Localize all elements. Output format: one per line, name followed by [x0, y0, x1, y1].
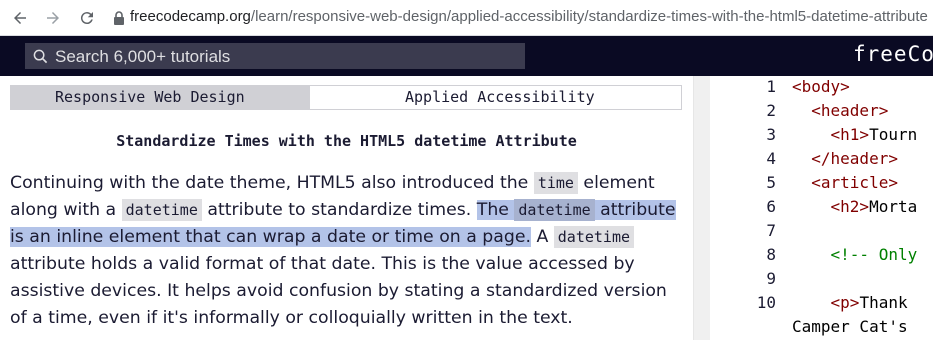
url-path: /learn/responsive-web-design/applied-acc… — [250, 8, 928, 25]
search-icon — [33, 49, 48, 64]
code-line: 10 <p>Thank — [710, 293, 933, 317]
search-input[interactable]: Search 6,000+ tutorials — [25, 43, 525, 69]
line-number: 3 — [766, 125, 776, 144]
breadcrumb-superblock[interactable]: Responsive Web Design — [10, 85, 322, 110]
inline-code: datetime — [121, 199, 202, 221]
code-content: Tourn — [869, 125, 918, 144]
line-number: 9 — [766, 269, 776, 288]
code-line: 8 <!-- Only — [710, 245, 933, 269]
line-number: 8 — [766, 245, 776, 264]
line-number: 4 — [766, 149, 776, 168]
url-host: freecodecamp.org — [130, 8, 251, 25]
challenge-description: Continuing with the date theme, HTML5 al… — [10, 170, 685, 332]
code-tag: <h1> — [792, 125, 870, 144]
arrow-right-icon — [47, 12, 59, 24]
line-number: 10 — [756, 293, 776, 312]
browser-toolbar: freecodecamp.org/learn/responsive-web-de… — [0, 0, 933, 36]
inline-code: time — [533, 172, 578, 194]
breadcrumb-block-label: Applied Accessibility — [405, 88, 595, 106]
code-line: 4 </header> — [710, 149, 933, 173]
address-bar[interactable]: freecodecamp.org/learn/responsive-web-de… — [130, 8, 928, 25]
code-line: 1 <body> — [710, 77, 933, 101]
line-number: 1 — [766, 77, 776, 96]
reload-icon — [80, 12, 93, 25]
instructions-pane: Responsive Web Design Applied Accessibil… — [0, 76, 693, 340]
challenge-title: Standardize Times with the HTML5 datetim… — [116, 132, 577, 150]
back-button[interactable] — [8, 6, 32, 30]
code-text-wrapped: Camper Cat's — [792, 317, 908, 336]
arrow-left-icon — [14, 12, 26, 24]
code-text: <article> — [792, 173, 898, 192]
inline-code: datetime — [514, 199, 595, 221]
desc-text: attribute to standardize times. — [201, 200, 477, 220]
line-number: 7 — [766, 221, 776, 240]
code-line: 3 <h1>Tourn — [710, 125, 933, 149]
site-logo[interactable]: freeCo — [853, 42, 933, 66]
line-number: 5 — [766, 173, 776, 192]
code-text: <h1>Tourn — [792, 125, 918, 144]
inline-code: datetime — [553, 226, 635, 248]
search-placeholder: Search 6,000+ tutorials — [55, 47, 231, 66]
breadcrumb-block[interactable]: Applied Accessibility — [310, 85, 682, 110]
desc-text: attribute holds a valid format of that d… — [10, 254, 667, 328]
lock-icon — [114, 11, 124, 25]
forward-button[interactable] — [41, 6, 65, 30]
code-tag: <h2> — [792, 197, 870, 216]
code-text: </header> — [792, 149, 898, 168]
code-line: 2 <header> — [710, 101, 933, 125]
code-line: 5 <article> — [710, 173, 933, 197]
breadcrumb-superblock-label: Responsive Web Design — [55, 88, 245, 106]
code-content: Morta — [869, 197, 918, 216]
pane-resizer[interactable] — [693, 76, 710, 340]
desc-text: A — [530, 227, 554, 247]
desc-text: Continuing with the date theme, HTML5 al… — [10, 173, 534, 193]
code-line: 6 <h2>Morta — [710, 197, 933, 221]
code-text: <h2>Morta — [792, 197, 918, 216]
code-tag: <p> — [792, 293, 860, 312]
code-text: <body> — [792, 77, 850, 96]
code-line: 9 — [710, 269, 933, 293]
line-number: 2 — [766, 101, 776, 120]
reload-button[interactable] — [75, 6, 99, 30]
site-navbar: Search 6,000+ tutorials freeCo — [0, 36, 933, 76]
code-line: Camper Cat's — [710, 317, 933, 340]
code-content: Thank — [859, 293, 908, 312]
code-comment: <!-- Only — [792, 245, 918, 264]
code-text: <header> — [792, 101, 889, 120]
line-number: 6 — [766, 197, 776, 216]
code-editor[interactable]: 1 <body> 2 <header> 3 <h1>Tourn 4 </heade… — [710, 76, 933, 340]
code-text: <p>Thank — [792, 293, 908, 312]
code-line: 7 — [710, 221, 933, 245]
desc-text: The — [476, 200, 515, 220]
breadcrumb: Responsive Web Design Applied Accessibil… — [10, 85, 682, 110]
